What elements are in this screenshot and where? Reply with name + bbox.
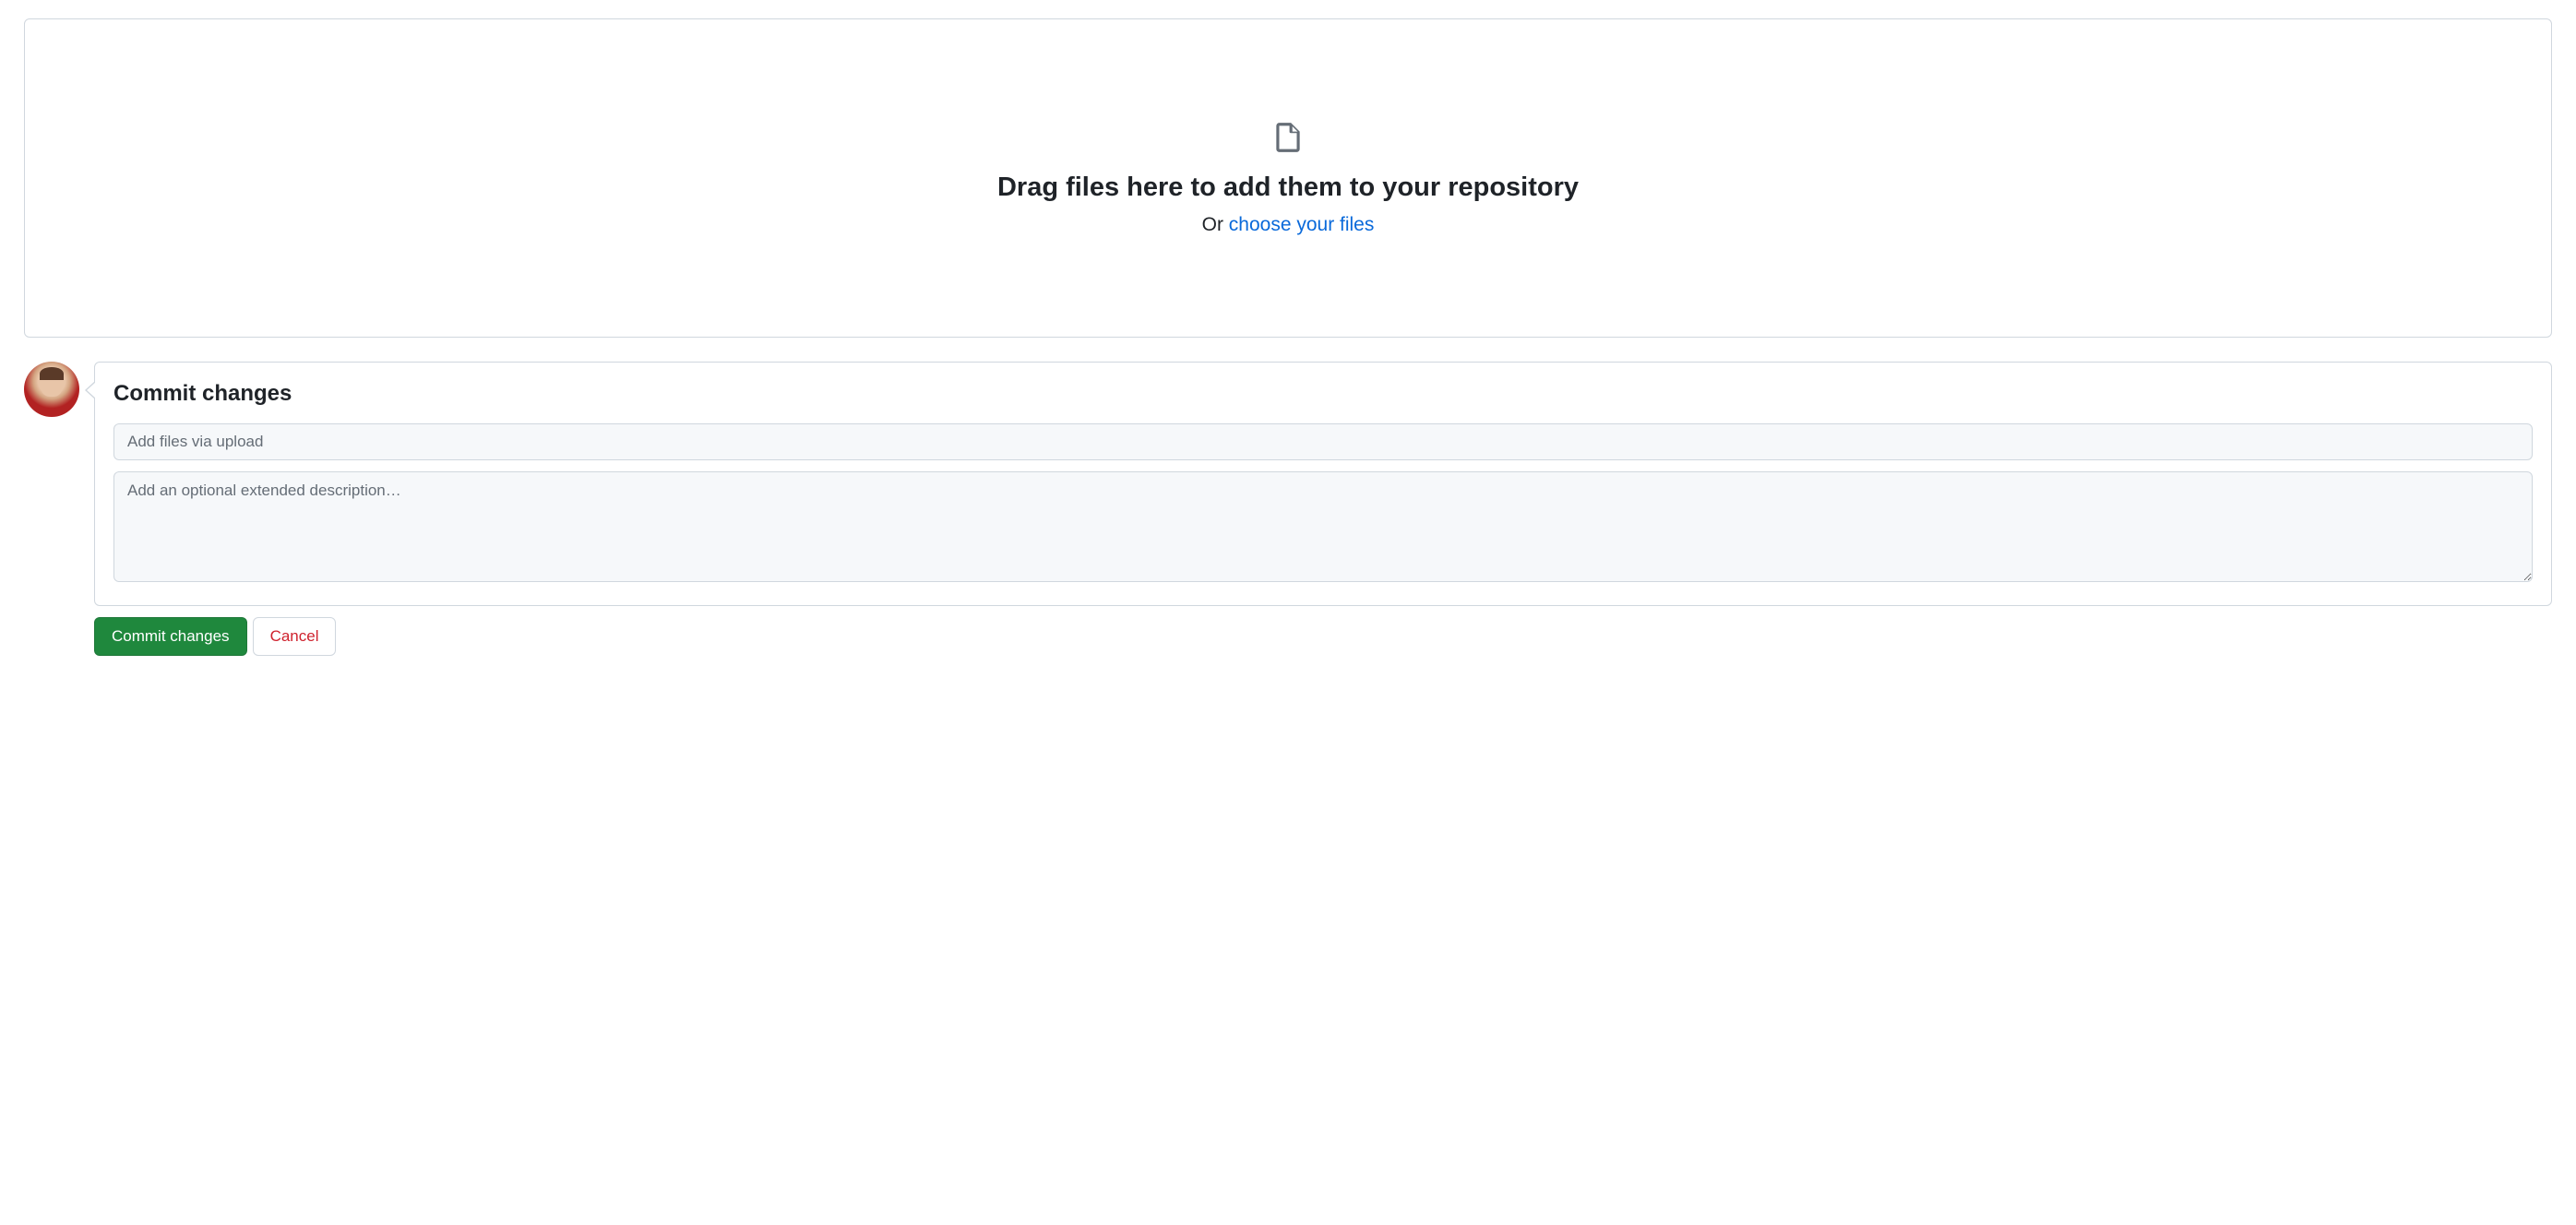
dropzone-subtext: Or choose your files	[1202, 214, 1375, 236]
commit-summary-input[interactable]	[113, 423, 2533, 460]
cancel-button[interactable]: Cancel	[253, 617, 337, 656]
avatar	[24, 362, 79, 417]
choose-files-link[interactable]: choose your files	[1229, 214, 1375, 235]
commit-changes-button[interactable]: Commit changes	[94, 617, 247, 656]
commit-heading: Commit changes	[113, 381, 2533, 407]
file-icon	[1270, 120, 1306, 172]
dropzone-title: Drag files here to add them to your repo…	[997, 172, 1579, 203]
commit-panel: Commit changes	[94, 362, 2552, 606]
commit-description-textarea[interactable]	[113, 471, 2533, 582]
file-dropzone[interactable]: Drag files here to add them to your repo…	[24, 18, 2552, 338]
dropzone-or-text: Or	[1202, 214, 1229, 235]
